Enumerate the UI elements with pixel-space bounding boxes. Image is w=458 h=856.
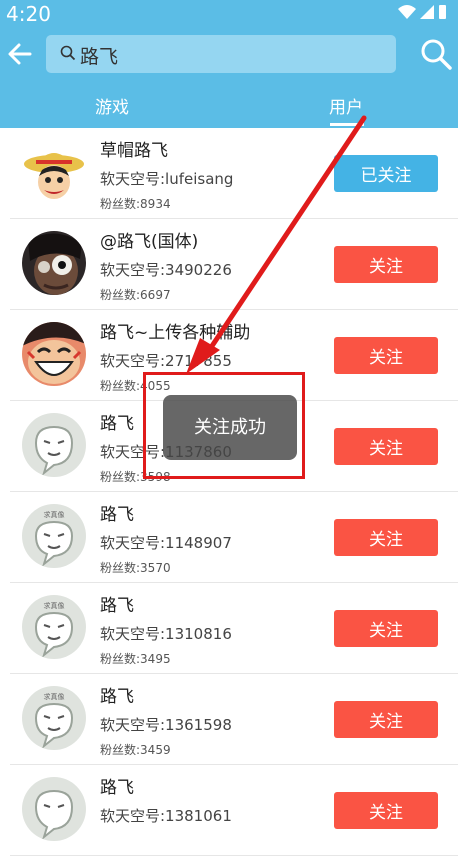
list-item[interactable]: 草帽路飞 软天空号:lufeisang 粉丝数:8934 已关注 bbox=[10, 128, 458, 219]
signal-icon bbox=[420, 5, 434, 19]
wifi-icon bbox=[398, 5, 416, 19]
avatar[interactable] bbox=[22, 322, 86, 386]
search-button[interactable] bbox=[420, 38, 452, 70]
top-bar: 4:20 路飞 游戏 用户 bbox=[0, 0, 458, 128]
annotation-highlight-box bbox=[143, 372, 305, 479]
mascot-label: 求真像 bbox=[44, 692, 65, 701]
user-id: 软天空号:1361598 bbox=[100, 716, 232, 734]
list-item[interactable]: 求真像 路飞 软天空号:1310816 粉丝数:3495 关注 bbox=[10, 583, 458, 674]
fans-count: 粉丝数:6697 bbox=[100, 288, 171, 302]
list-item[interactable]: 路飞 软天空号:1381061 关注 bbox=[10, 765, 458, 856]
user-name: @路飞(国体) bbox=[100, 232, 199, 252]
user-name: 路飞 bbox=[100, 687, 134, 707]
user-name: 路飞 bbox=[100, 505, 134, 525]
follow-button[interactable]: 关注 bbox=[334, 610, 438, 647]
luffy-laugh-icon bbox=[22, 322, 86, 386]
arrow-left-icon bbox=[8, 43, 32, 65]
user-id: 软天空号:1148907 bbox=[100, 534, 232, 552]
active-tab-indicator bbox=[330, 123, 364, 126]
straw-hat-luffy-icon bbox=[22, 140, 86, 204]
user-name: 路飞~上传各种辅助 bbox=[100, 323, 251, 343]
status-time: 4:20 bbox=[6, 2, 51, 26]
follow-button[interactable]: 关注 bbox=[334, 428, 438, 465]
mascot-label: 求真像 bbox=[44, 510, 65, 519]
default-mascot-icon: 求真像 bbox=[22, 686, 86, 750]
status-icons bbox=[396, 3, 448, 25]
default-mascot-icon bbox=[22, 413, 86, 477]
avatar[interactable] bbox=[22, 231, 86, 295]
follow-button[interactable]: 关注 bbox=[334, 519, 438, 556]
avatar[interactable] bbox=[22, 413, 86, 477]
battery-icon bbox=[439, 5, 446, 19]
user-id: 软天空号:lufeisang bbox=[100, 170, 234, 188]
avatar[interactable]: 求真像 bbox=[22, 504, 86, 568]
default-mascot-icon bbox=[22, 777, 86, 841]
user-name: 路飞 bbox=[100, 596, 134, 616]
default-mascot-icon: 求真像 bbox=[22, 504, 86, 568]
followed-button[interactable]: 已关注 bbox=[334, 155, 438, 192]
follow-button[interactable]: 关注 bbox=[334, 246, 438, 283]
list-item[interactable]: @路飞(国体) 软天空号:3490226 粉丝数:6697 关注 bbox=[10, 219, 458, 310]
user-name: 草帽路飞 bbox=[100, 141, 168, 161]
fans-count: 粉丝数:3459 bbox=[100, 743, 171, 757]
follow-button[interactable]: 关注 bbox=[334, 337, 438, 374]
magnifier-icon bbox=[421, 39, 452, 70]
user-name: 路飞 bbox=[100, 414, 134, 434]
search-query: 路飞 bbox=[80, 46, 119, 68]
search-input[interactable]: 路飞 bbox=[46, 35, 396, 73]
avatar[interactable]: 求真像 bbox=[22, 595, 86, 659]
user-id: 软天空号:3490226 bbox=[100, 261, 232, 279]
search-icon bbox=[60, 45, 76, 61]
mascot-label: 求真像 bbox=[44, 601, 65, 610]
list-item[interactable]: 求真像 路飞 软天空号:1148907 粉丝数:3570 关注 bbox=[10, 492, 458, 583]
follow-button[interactable]: 关注 bbox=[334, 701, 438, 738]
tab-users[interactable]: 用户 bbox=[329, 93, 363, 118]
user-id: 软天空号:1381061 bbox=[100, 807, 232, 825]
default-mascot-icon: 求真像 bbox=[22, 595, 86, 659]
list-item[interactable]: 求真像 路飞 软天空号:1361598 粉丝数:3459 关注 bbox=[10, 674, 458, 765]
user-name: 路飞 bbox=[100, 778, 134, 798]
fans-count: 粉丝数:8934 bbox=[100, 197, 171, 211]
avatar[interactable]: 求真像 bbox=[22, 686, 86, 750]
avatar[interactable] bbox=[22, 777, 86, 841]
fans-count: 粉丝数:3570 bbox=[100, 561, 171, 575]
dark-face-icon bbox=[22, 231, 86, 295]
tab-games[interactable]: 游戏 bbox=[95, 93, 129, 118]
avatar[interactable] bbox=[22, 140, 86, 204]
user-id: 软天空号:2717855 bbox=[100, 352, 232, 370]
user-id: 软天空号:1310816 bbox=[100, 625, 232, 643]
back-button[interactable] bbox=[6, 40, 34, 68]
fans-count: 粉丝数:3495 bbox=[100, 652, 171, 666]
follow-button[interactable]: 关注 bbox=[334, 792, 438, 829]
